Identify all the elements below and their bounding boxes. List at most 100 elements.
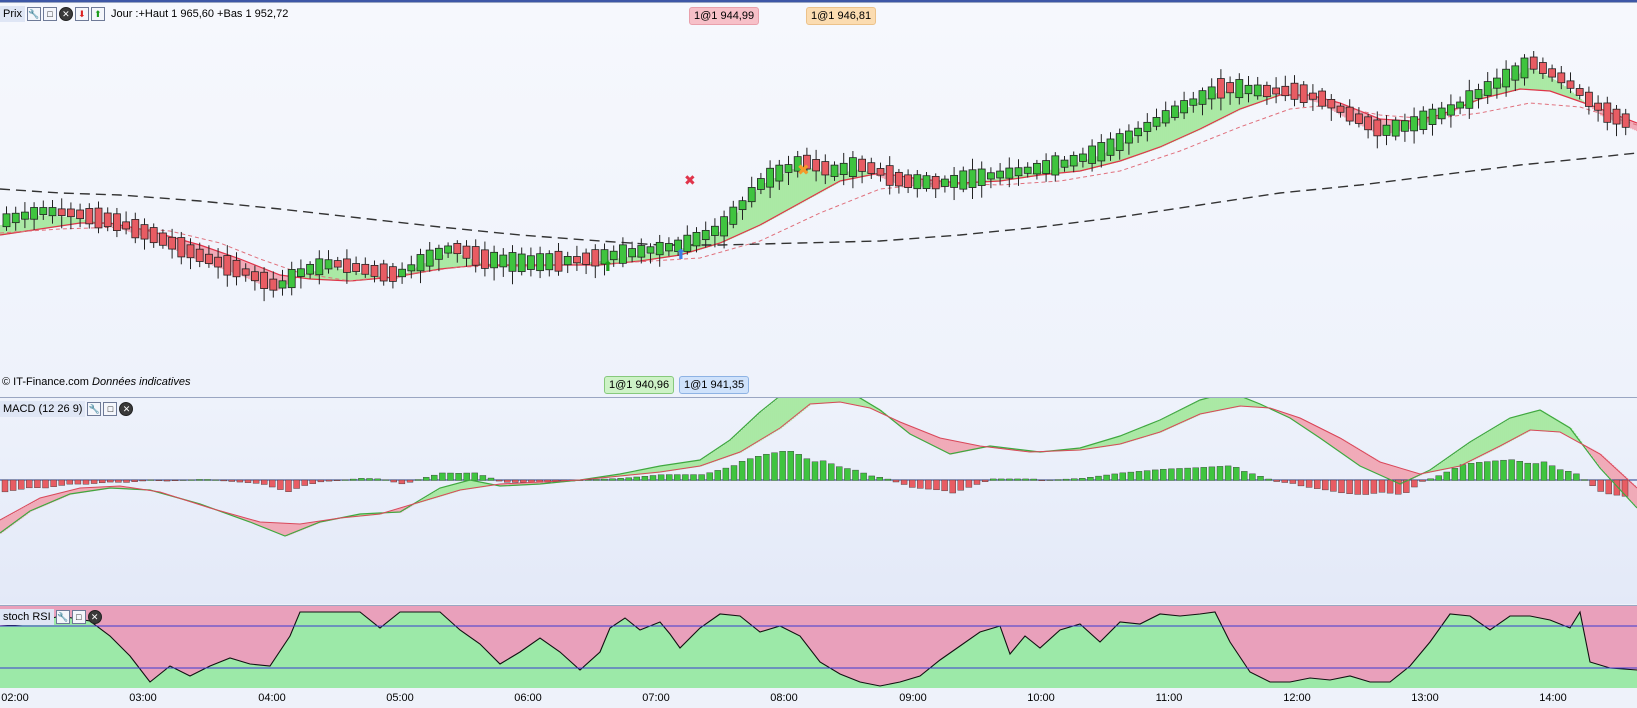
histogram-bar xyxy=(277,479,284,490)
candle-body xyxy=(1456,101,1464,109)
candle-body xyxy=(1594,102,1602,111)
histogram-bar xyxy=(1362,479,1370,495)
stoch-rsi-pane[interactable]: stoch RSI 🔧 □ ✕ xyxy=(0,605,1637,688)
candle-body xyxy=(1502,68,1510,88)
histogram-bar xyxy=(933,479,940,491)
arrow-down-red-icon[interactable]: ⬇ xyxy=(74,7,89,21)
candle-body xyxy=(876,168,885,176)
close-icon[interactable]: ✕ xyxy=(58,7,73,21)
histogram-bar xyxy=(455,473,462,481)
wrench-icon[interactable]: 🔧 xyxy=(55,610,70,624)
time-tick-label: 05:00 xyxy=(386,692,414,704)
candle-body xyxy=(922,175,931,189)
histogram-bar xyxy=(487,477,495,481)
candle-body xyxy=(1382,124,1391,136)
close-icon[interactable]: ✕ xyxy=(87,610,102,624)
candle-body xyxy=(977,168,986,186)
candle-body xyxy=(1483,81,1492,96)
candle-body xyxy=(628,248,636,258)
candle-body xyxy=(379,263,388,282)
candle-body xyxy=(195,248,204,262)
histogram-bar xyxy=(609,478,616,481)
histogram-bar xyxy=(1378,479,1386,493)
candle-body xyxy=(711,225,719,236)
macd-pane-title: MACD (12 26 9) xyxy=(0,401,86,417)
order-tag-bottom-green[interactable]: 1@1 940,96 xyxy=(604,376,675,394)
time-tick-label: 12:00 xyxy=(1283,692,1311,704)
candle-body xyxy=(1336,105,1345,113)
price-chart-pane[interactable]: ✖ ✖ ⬆ ⬆ Prix 🔧 □ ✕ ⬇ ⬆ Jour :+Haut 1 965,60… xyxy=(0,2,1637,396)
histogram-bar xyxy=(58,479,65,486)
histogram-bar xyxy=(925,479,932,490)
window-icon[interactable]: □ xyxy=(71,610,86,624)
histogram-bar xyxy=(649,475,657,481)
candle-body xyxy=(1603,102,1612,123)
arrow-up-green-icon[interactable]: ⬆ xyxy=(90,7,105,21)
histogram-bar xyxy=(957,479,964,491)
histogram-bar xyxy=(1160,468,1167,481)
histogram-bar xyxy=(90,479,98,484)
histogram-bar xyxy=(317,479,325,483)
candle-body xyxy=(747,187,756,203)
candle-body xyxy=(425,249,434,267)
candle-body xyxy=(67,208,75,218)
macd-chart[interactable] xyxy=(0,398,1637,604)
wrench-icon[interactable]: 🔧 xyxy=(26,7,41,21)
histogram-bar xyxy=(1232,467,1240,481)
histogram-bar xyxy=(66,479,74,485)
histogram-bar xyxy=(973,479,981,485)
time-tick-label: 09:00 xyxy=(899,692,927,704)
candle-body xyxy=(1309,92,1317,100)
histogram-bar xyxy=(131,479,138,482)
close-icon[interactable]: ✕ xyxy=(119,402,134,416)
histogram-bar xyxy=(366,478,373,481)
candle-body xyxy=(517,253,526,273)
candle-body xyxy=(1125,130,1133,144)
order-tag-top-red[interactable]: 1@1 944,99 xyxy=(689,7,760,25)
window-icon[interactable]: □ xyxy=(42,7,57,21)
candle-body xyxy=(398,268,407,278)
histogram-bar xyxy=(1257,476,1264,481)
candle-body xyxy=(1272,87,1280,95)
order-tag-bottom-blue[interactable]: 1@1 941,35 xyxy=(679,376,750,394)
candle-body xyxy=(20,211,29,220)
histogram-bar xyxy=(1532,463,1540,481)
histogram-bar xyxy=(1354,479,1361,495)
wrench-icon[interactable]: 🔧 xyxy=(87,402,102,416)
histogram-bar xyxy=(666,474,673,481)
histogram-bar xyxy=(1070,478,1078,481)
histogram-bar xyxy=(1500,459,1507,481)
data-credit: © IT-Finance.com Données indicatives xyxy=(2,376,190,388)
histogram-bar xyxy=(706,472,713,481)
candle-body xyxy=(950,174,958,188)
histogram-bar xyxy=(74,479,82,485)
histogram-bar xyxy=(18,479,25,490)
candle-body xyxy=(168,236,177,250)
histogram-bar xyxy=(228,479,236,482)
candle-body xyxy=(306,263,315,275)
histogram-bar xyxy=(593,479,600,481)
histogram-bar xyxy=(852,469,859,481)
histogram-bar xyxy=(1443,471,1451,481)
order-tag-top-orange[interactable]: 1@1 946,81 xyxy=(806,7,877,25)
histogram-bar xyxy=(1581,479,1588,481)
candle-body xyxy=(204,253,213,264)
histogram-bar xyxy=(1224,465,1232,481)
histogram-bar xyxy=(1427,478,1434,481)
candle-body xyxy=(1345,106,1354,122)
time-tick-label: 03:00 xyxy=(129,692,157,704)
stoch-rsi-chart[interactable] xyxy=(0,606,1637,688)
price-pane-title: Prix xyxy=(0,6,25,22)
histogram-bar xyxy=(641,476,649,481)
window-icon[interactable]: □ xyxy=(103,402,118,416)
time-tick-label: 04:00 xyxy=(258,692,286,704)
candle-body xyxy=(536,253,544,272)
candle-body xyxy=(214,256,223,268)
candle-body xyxy=(1198,90,1207,105)
histogram-bar xyxy=(1386,479,1394,494)
histogram-bar xyxy=(42,479,49,489)
candle-body xyxy=(1566,80,1575,89)
histogram-bar xyxy=(738,461,746,481)
price-chart[interactable]: ✖ ✖ ⬆ ⬆ xyxy=(0,3,1637,396)
macd-pane[interactable]: MACD (12 26 9) 🔧 □ ✕ xyxy=(0,397,1637,604)
